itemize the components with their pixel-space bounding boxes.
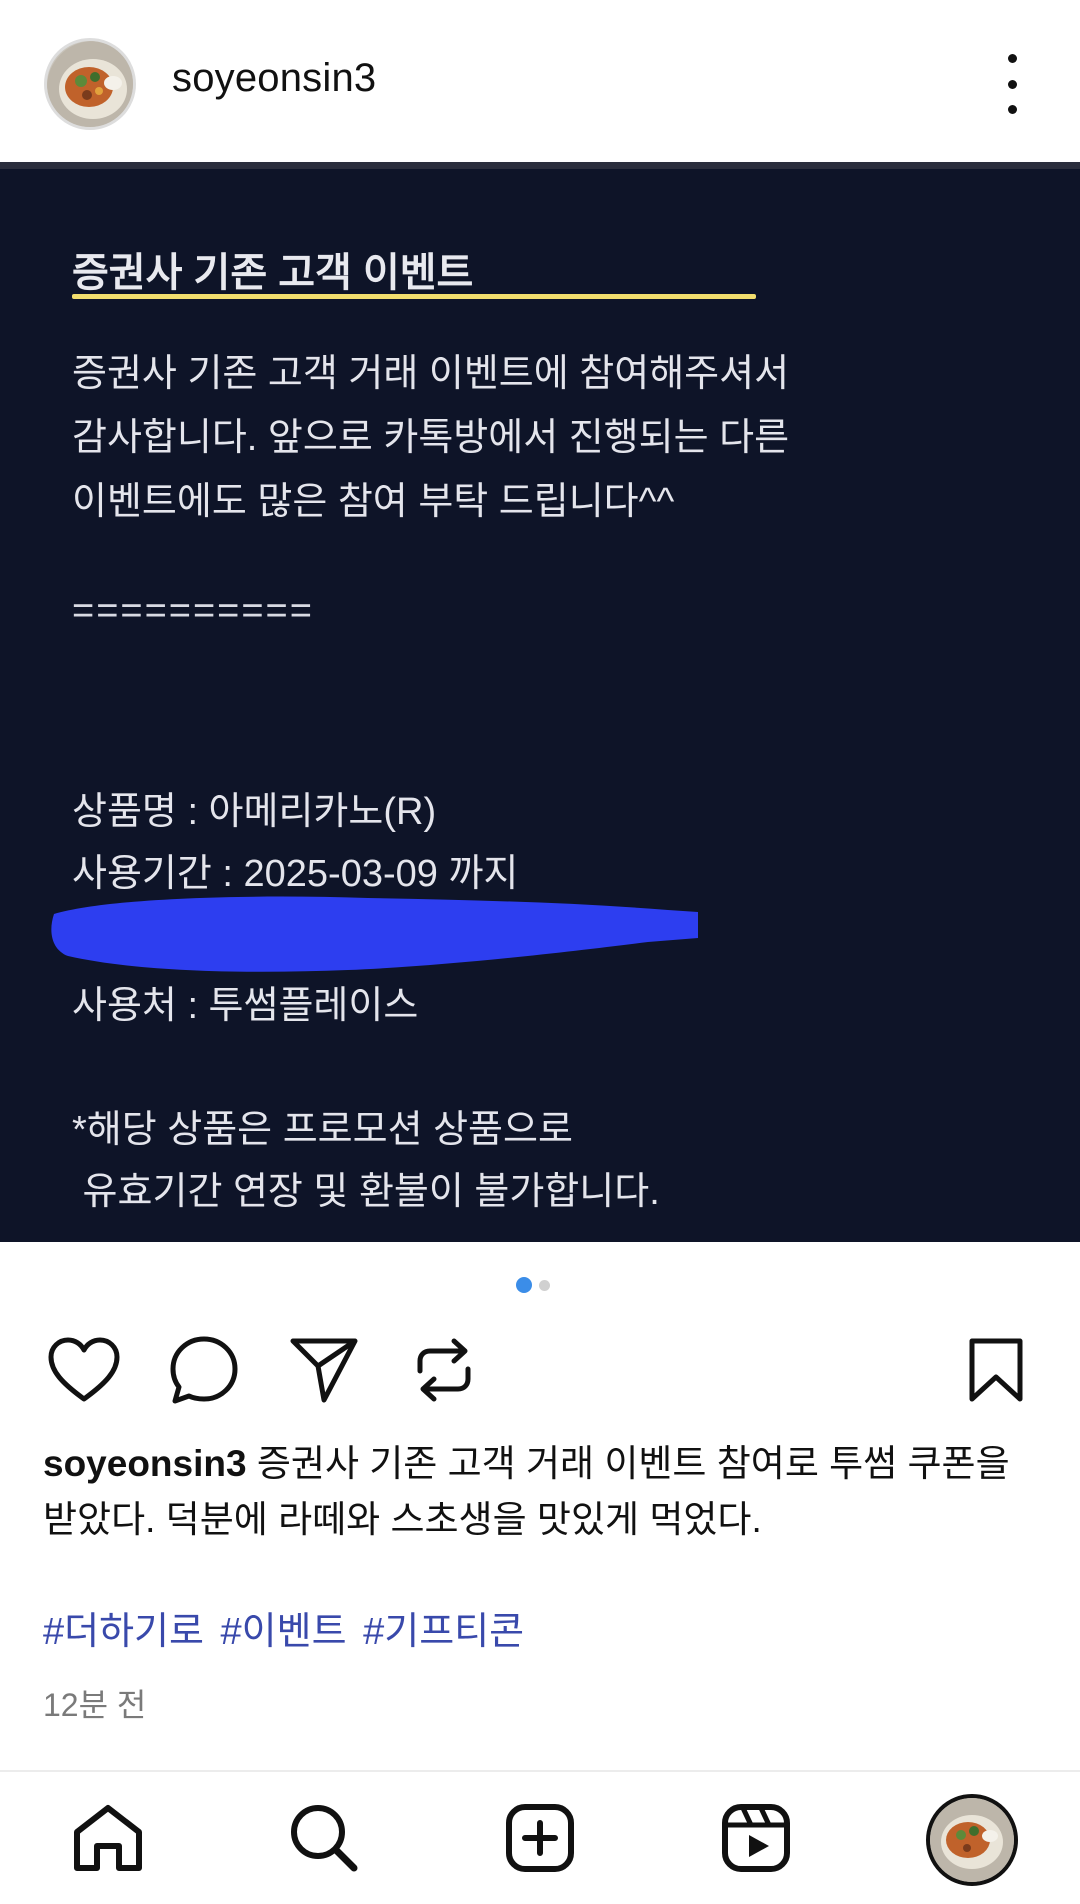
post-username[interactable]: soyeonsin3 xyxy=(172,56,376,101)
redaction-scribble xyxy=(48,892,708,981)
heart-icon[interactable] xyxy=(46,1332,122,1408)
carousel-dot-active xyxy=(516,1277,532,1293)
carousel-dot xyxy=(539,1279,550,1291)
profile-avatar[interactable] xyxy=(926,1794,1018,1886)
home-icon[interactable] xyxy=(68,1798,148,1878)
reels-icon[interactable] xyxy=(716,1798,796,1878)
notice-title: 증권사 기존 고객 이벤트 xyxy=(72,251,474,295)
carousel-indicator xyxy=(516,1277,550,1293)
post-image[interactable] xyxy=(0,169,1080,1242)
post-header xyxy=(0,0,1080,162)
post-caption: soyeonsin3 증권사 기존 고객 거래 이벤트 참여로 투썸 쿠폰을 받… xyxy=(43,1436,1043,1548)
usage-period-line: 사용기간 : 2025-03-09 까지 xyxy=(72,853,519,895)
separator-line: ========== xyxy=(72,590,314,632)
create-icon[interactable] xyxy=(500,1798,580,1878)
notice-line-3: 이벤트에도 많은 참여 부탁 드립니다^^ xyxy=(72,481,675,523)
caption-username[interactable]: soyeonsin3 xyxy=(43,1443,247,1484)
note-line-1: *해당 상품은 프로모션 상품으로 xyxy=(72,1109,573,1151)
product-name-line: 상품명 : 아메리카노(R) xyxy=(72,791,437,833)
send-icon[interactable] xyxy=(286,1332,362,1408)
usage-place-line: 사용처 : 투썸플레이스 xyxy=(72,985,419,1027)
notice-line-2: 감사합니다. 앞으로 카톡방에서 진행되는 다른 xyxy=(72,417,790,459)
title-underline xyxy=(72,294,756,299)
post-timestamp: 12분 전 xyxy=(43,1687,147,1723)
more-vertical-icon[interactable] xyxy=(992,54,1032,114)
note-line-2: 유효기간 연장 및 환불이 불가합니다. xyxy=(72,1171,660,1213)
search-icon[interactable] xyxy=(284,1798,364,1878)
bookmark-icon[interactable] xyxy=(958,1332,1034,1408)
image-top-border xyxy=(0,162,1080,169)
notice-line-1: 증권사 기존 고객 거래 이벤트에 참여해주셔서 xyxy=(72,353,790,395)
repost-icon[interactable] xyxy=(406,1332,482,1408)
profile-avatar[interactable] xyxy=(44,38,136,130)
hashtags[interactable]: #더하기로 #이벤트 #기프티콘 xyxy=(43,1600,524,1655)
comment-icon[interactable] xyxy=(166,1332,242,1408)
